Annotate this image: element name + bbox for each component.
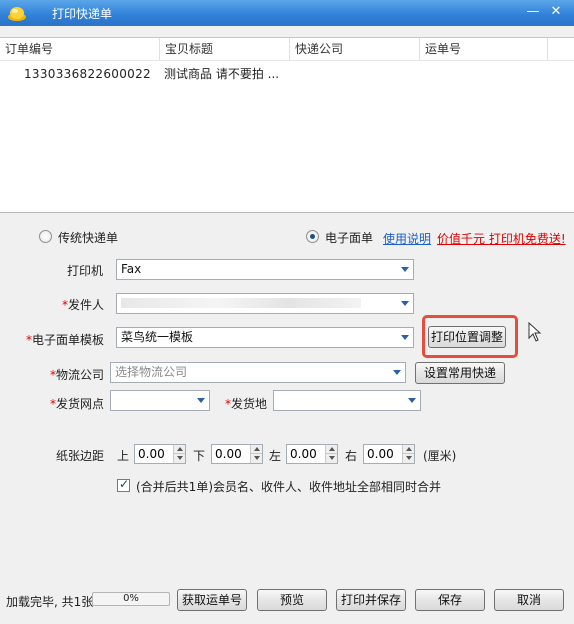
get-waybill-button[interactable]: 获取运单号 (177, 589, 247, 611)
table-row[interactable]: 1330336822600022 测试商品 请不要拍 ... (0, 63, 574, 85)
right-margin-spinner[interactable]: 0.00 (363, 444, 415, 464)
merge-checkbox[interactable] (117, 477, 130, 492)
outlet-select[interactable] (110, 390, 210, 411)
template-label: *电子面单模板 (26, 333, 105, 347)
top-margin-spinner[interactable]: 0.00 (134, 444, 186, 464)
spin-down-icon[interactable] (325, 454, 337, 463)
close-button[interactable]: ✕ (547, 3, 565, 21)
cell-title: 测试商品 请不要拍 ... (164, 67, 280, 81)
list-header: 订单编号 宝贝标题 快递公司 运单号 (0, 38, 574, 61)
electronic-label[interactable]: 电子面单 (325, 229, 373, 246)
logistics-placeholder: 选择物流公司 (115, 365, 188, 379)
origin-label: *发货地 (225, 397, 268, 411)
spin-up-icon[interactable] (325, 445, 337, 454)
chevron-down-icon (401, 335, 409, 340)
status-text: 加载完毕, 共1张 (6, 595, 94, 609)
window-title: 打印快递单 (52, 7, 113, 21)
logistics-select[interactable]: 选择物流公司 (110, 362, 406, 383)
outlet-label: *发货网点 (50, 397, 105, 411)
logistics-label: *物流公司 (50, 368, 105, 382)
adjust-position-button[interactable]: 打印位置调整 (428, 326, 506, 348)
app-logo-icon (7, 4, 27, 22)
progress-bar: 0% (92, 592, 170, 606)
top-margin-value: 0.00 (138, 447, 165, 461)
printer-value: Fax (121, 262, 142, 276)
column-title[interactable]: 宝贝标题 (160, 38, 290, 61)
chevron-down-icon (393, 370, 401, 375)
merge-label[interactable]: (合并后共1单)会员名、收件人、收件地址全部相同时合并 (136, 478, 441, 495)
top-margin-label: 上 (117, 449, 130, 463)
spin-down-icon[interactable] (250, 454, 262, 463)
chevron-down-icon (401, 267, 409, 272)
print-and-save-button[interactable]: 打印并保存 (336, 589, 406, 611)
electronic-radio[interactable] (306, 230, 319, 243)
left-margin-label: 左 (269, 449, 282, 463)
margin-label: 纸张边距 (56, 449, 105, 463)
chevron-down-icon (401, 301, 409, 306)
help-link[interactable]: 使用说明 (383, 230, 431, 247)
spin-down-icon[interactable] (402, 454, 414, 463)
right-margin-label: 右 (345, 449, 358, 463)
bottom-margin-label: 下 (193, 449, 206, 463)
column-order-no[interactable]: 订单编号 (0, 38, 160, 61)
template-value: 菜鸟统一模板 (121, 330, 194, 344)
save-button[interactable]: 保存 (415, 589, 485, 611)
origin-select[interactable] (273, 390, 421, 411)
set-common-express-button[interactable]: 设置常用快递 (415, 362, 505, 384)
cancel-button[interactable]: 取消 (494, 589, 564, 611)
chevron-down-icon (197, 398, 205, 403)
chevron-down-icon (408, 398, 416, 403)
left-margin-spinner[interactable]: 0.00 (286, 444, 338, 464)
progress-text: 0% (123, 593, 139, 604)
printer-label: 打印机 (67, 264, 104, 278)
spin-up-icon[interactable] (173, 445, 185, 454)
bottom-margin-value: 0.00 (215, 447, 242, 461)
mouse-cursor-icon (528, 321, 542, 345)
printer-select[interactable]: Fax (116, 259, 414, 280)
sender-label: *发件人 (62, 298, 105, 312)
spin-up-icon[interactable] (250, 445, 262, 454)
template-select[interactable]: 菜鸟统一模板 (116, 327, 414, 348)
promo-link[interactable]: 价值千元 打印机免费送! (437, 230, 566, 247)
margin-unit: (厘米) (423, 449, 457, 463)
title-bar: 打印快递单 — ✕ (0, 0, 574, 26)
bottom-margin-spinner[interactable]: 0.00 (211, 444, 263, 464)
preview-button[interactable]: 预览 (257, 589, 327, 611)
traditional-label[interactable]: 传统快递单 (58, 229, 118, 246)
spin-down-icon[interactable] (173, 454, 185, 463)
cell-order-no: 1330336822600022 (24, 67, 151, 81)
traditional-radio[interactable] (39, 230, 52, 243)
sender-select[interactable] (116, 293, 414, 314)
left-margin-value: 0.00 (290, 447, 317, 461)
order-list[interactable]: 订单编号 宝贝标题 快递公司 运单号 1330336822600022 测试商品… (0, 37, 574, 213)
column-company[interactable]: 快递公司 (290, 38, 420, 61)
column-waybill[interactable]: 运单号 (420, 38, 548, 61)
right-margin-value: 0.00 (367, 447, 394, 461)
sender-redacted (121, 298, 361, 308)
spin-up-icon[interactable] (402, 445, 414, 454)
minimize-button[interactable]: — (524, 3, 542, 21)
